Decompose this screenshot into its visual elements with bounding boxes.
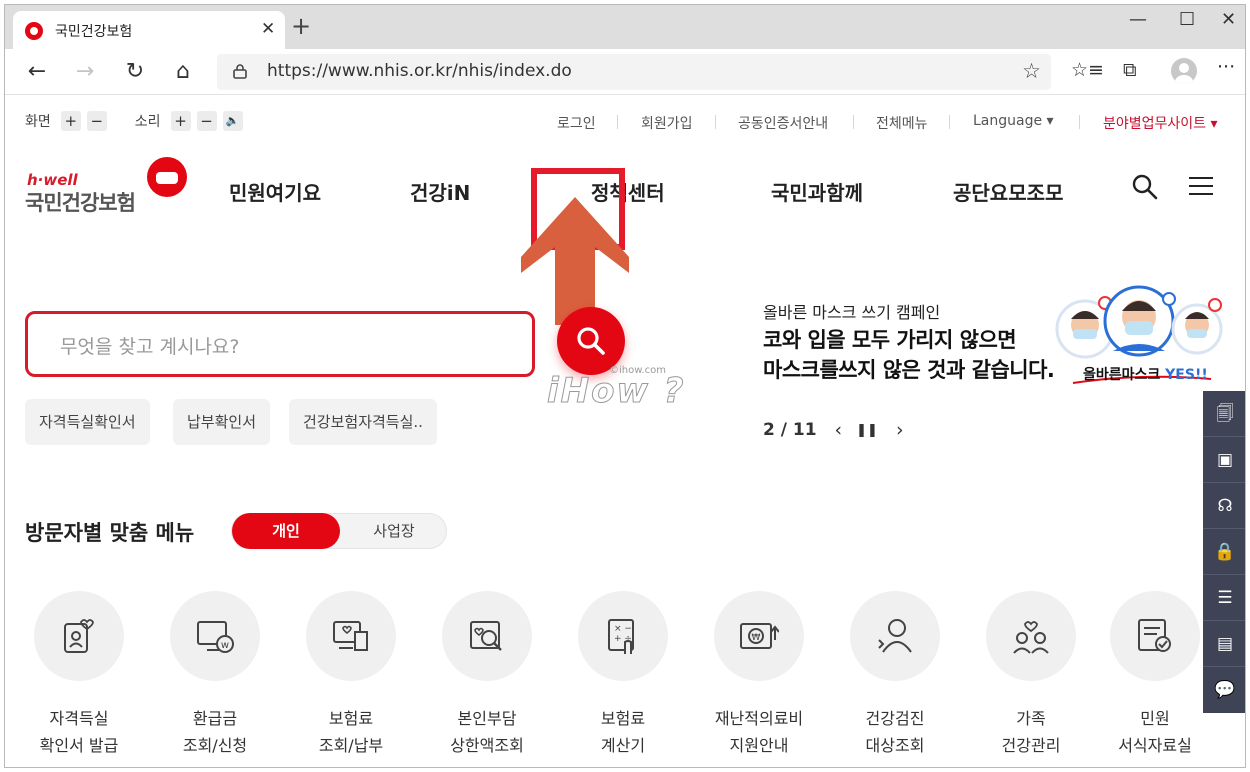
dock-lock-icon[interactable]: 🔒 — [1203, 529, 1245, 575]
gnb-item-with-citizens[interactable]: 국민과함께 — [771, 177, 863, 206]
monitor-won-icon: w — [170, 591, 260, 681]
side-quick-dock: 🗐 ▣ ☊ 🔒 ☰ ▤ 💬 — [1203, 391, 1245, 713]
screen-zoom-out-button[interactable]: − — [86, 111, 107, 131]
favorites-bar-icon[interactable]: ☆≡ — [1071, 59, 1104, 81]
service-catastrophic-medical-support[interactable]: ₩ 재난적의료비 지원안내 — [707, 591, 811, 759]
service-health-checkup[interactable]: 건강검진 대상조회 — [843, 591, 947, 759]
url-text[interactable]: https://www.nhis.or.kr/nhis/index.do — [267, 61, 572, 81]
quick-link-insurance-qualification[interactable]: 건강보험자격득실.. — [289, 399, 437, 445]
service-premium-calculator[interactable]: × − + ÷ 보험료 계산기 — [571, 591, 675, 759]
document-check-icon — [1110, 591, 1200, 681]
screen-zoom-in-button[interactable]: + — [60, 111, 81, 131]
gnb-item-health-in[interactable]: 건강iN — [410, 177, 470, 206]
money-up-arrow-icon: ₩ — [714, 591, 804, 681]
person-checkup-icon — [850, 591, 940, 681]
sound-label: 소리 — [134, 114, 161, 130]
banner-title[interactable]: 코와 입을 모두 가리지 않으면 마스크를쓰지 않은 것과 같습니다. — [763, 325, 1055, 385]
lock-icon — [233, 64, 247, 79]
visitor-type-toggle: 개인 사업장 — [231, 513, 447, 549]
speaker-icon[interactable]: 🔈 — [222, 111, 243, 131]
nhis-favicon-icon — [25, 22, 43, 40]
banner-caption: 올바른마스크 YES!! — [1083, 367, 1208, 383]
visitor-menu-title: 방문자별 맞춤 메뉴 — [25, 521, 195, 545]
reload-button[interactable]: ↻ — [121, 58, 149, 86]
family-heart-icon — [986, 591, 1076, 681]
screen-zoom-label: 화면 — [25, 114, 51, 130]
all-menu-link[interactable]: 전체메뉴 — [876, 113, 928, 133]
ihow-watermark: iHow ? — [546, 371, 686, 412]
pause-slide-icon[interactable]: ❚❚ — [856, 423, 878, 438]
prev-slide-icon[interactable]: ‹ — [835, 419, 843, 441]
new-tab-button[interactable]: + — [291, 12, 311, 40]
svg-text:× −: × − — [614, 624, 632, 634]
browser-window: 국민건강보험 ✕ + — ☐ ✕ ← → ↻ ⌂ https://www.nhi… — [4, 4, 1246, 768]
banner-slider-controls: 2 / 11 ‹ ❚❚ › — [763, 419, 904, 441]
id-card-heart-icon — [34, 591, 124, 681]
dock-card-icon[interactable]: ▤ — [1203, 621, 1245, 667]
address-bar[interactable]: https://www.nhis.or.kr/nhis/index.do ☆ — [217, 54, 1051, 90]
hamburger-menu-icon[interactable] — [1189, 177, 1213, 197]
banner-title-line1: 코와 입을 모두 가리지 않으면 — [763, 328, 1017, 352]
browser-tab[interactable]: 국민건강보험 ✕ — [13, 11, 285, 49]
sound-down-button[interactable]: − — [196, 111, 217, 131]
quick-link-payment-certificate[interactable]: 납부확인서 — [173, 399, 271, 445]
dock-monitor-icon[interactable]: ▣ — [1203, 437, 1245, 483]
more-options-icon[interactable]: ··· — [1217, 56, 1235, 78]
business-sites-dropdown[interactable]: 분야별업무사이트 ▾ — [1103, 113, 1218, 133]
svg-text:w: w — [221, 640, 229, 651]
maximize-button[interactable]: ☐ — [1179, 9, 1195, 30]
forward-button[interactable]: → — [71, 58, 99, 86]
dock-list-icon[interactable]: ☰ — [1203, 575, 1245, 621]
svg-text:₩: ₩ — [752, 633, 761, 643]
collections-icon[interactable]: ⧉ — [1123, 59, 1137, 81]
tab-business[interactable]: 사업장 — [340, 514, 448, 548]
magnifier-document-icon — [442, 591, 532, 681]
calculator-hand-icon: × − + ÷ — [578, 591, 668, 681]
page-content: 화면 + − 소리 + − 🔈 로그인 회원가입 공동인증서안내 전체메뉴 La… — [5, 95, 1245, 767]
logo-mask-emblem-icon — [147, 157, 187, 197]
dock-chat-icon[interactable]: 💬 — [1203, 667, 1245, 713]
banner-title-line2: 마스크를쓰지 않은 것과 같습니다. — [763, 358, 1055, 382]
login-link[interactable]: 로그인 — [557, 113, 596, 133]
minimize-button[interactable]: — — [1129, 9, 1147, 30]
search-input[interactable]: 무엇을 찾고 계시나요? — [60, 332, 239, 359]
service-forms-library[interactable]: 민원 서식자료실 — [1103, 591, 1207, 759]
bill-heart-icon — [306, 591, 396, 681]
certificate-guide-link[interactable]: 공동인증서안내 — [738, 113, 828, 133]
service-qualification-certificate[interactable]: 자격득실 확인서 발급 — [27, 591, 131, 759]
close-window-button[interactable]: ✕ — [1221, 9, 1236, 30]
gnb-item-about-nhis[interactable]: 공단요모조모 — [953, 177, 1063, 206]
service-premium-inquiry[interactable]: 보험료 조회/납부 — [299, 591, 403, 759]
tab-strip: 국민건강보험 ✕ + — ☐ ✕ — [5, 5, 1245, 49]
gnb-item-civil-service[interactable]: 민원여기요 — [229, 177, 321, 206]
site-search-box[interactable]: 무엇을 찾고 계시나요? — [25, 311, 535, 377]
tab-title: 국민건강보험 — [55, 24, 133, 40]
address-toolbar: ← → ↻ ⌂ https://www.nhis.or.kr/nhis/inde… — [5, 49, 1245, 95]
signup-link[interactable]: 회원가입 — [641, 113, 693, 133]
service-refund-inquiry[interactable]: w 환급금 조회/신청 — [163, 591, 267, 759]
nhis-logo[interactable]: h·well 국민건강보험 — [25, 157, 189, 215]
service-copayment-limit[interactable]: 본인부담 상한액조회 — [435, 591, 539, 759]
banner-subtitle: 올바른 마스크 쓰기 캠페인 — [763, 303, 941, 322]
dock-document-icon[interactable]: 🗐 — [1203, 391, 1245, 437]
add-favorite-icon[interactable]: ☆ — [1022, 59, 1041, 83]
service-family-health[interactable]: 가족 건강관리 — [979, 591, 1083, 759]
tab-personal[interactable]: 개인 — [232, 513, 340, 549]
next-slide-icon[interactable]: › — [896, 419, 904, 441]
profile-avatar[interactable] — [1171, 58, 1197, 84]
up-arrow-annotation-icon — [521, 197, 629, 325]
slide-counter: 2 / 11 — [763, 420, 817, 440]
accessibility-controls: 화면 + − 소리 + − 🔈 — [25, 111, 249, 131]
search-icon[interactable] — [1131, 173, 1159, 201]
quick-link-qualification-certificate[interactable]: 자격득실확인서 — [25, 399, 150, 445]
search-button-icon — [577, 327, 605, 355]
tab-close-icon[interactable]: ✕ — [261, 19, 275, 39]
home-button[interactable]: ⌂ — [169, 58, 197, 86]
dock-headset-icon[interactable]: ☊ — [1203, 483, 1245, 529]
logo-name-text: 국민건강보험 — [25, 191, 136, 215]
language-dropdown[interactable]: Language ▾ — [973, 113, 1054, 129]
back-button[interactable]: ← — [23, 58, 51, 86]
sound-up-button[interactable]: + — [170, 111, 191, 131]
